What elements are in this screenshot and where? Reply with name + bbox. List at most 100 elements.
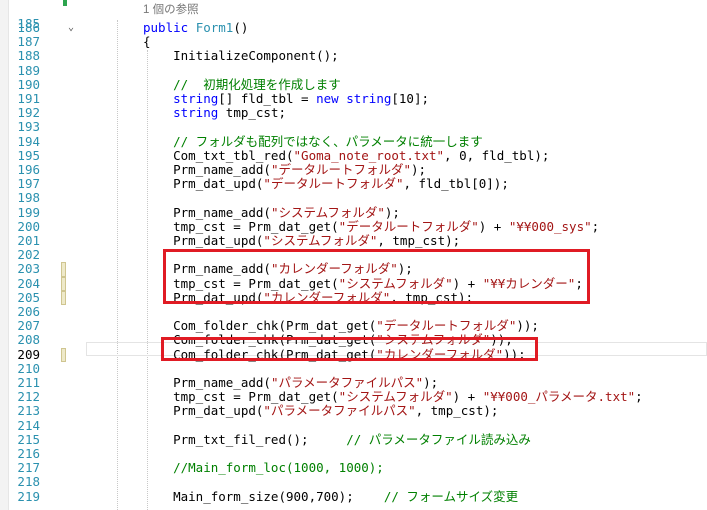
line-number: 200 — [17, 218, 40, 234]
line-number: 219 — [17, 488, 40, 504]
code-token: Prm_txt_fil_red(); — [143, 431, 347, 447]
codelens-reference-count[interactable]: 1 個の参照 — [143, 3, 199, 17]
line-number: 208 — [17, 332, 40, 348]
line-number: 204 — [17, 275, 40, 291]
code-token: "システムフォルダ" — [263, 233, 378, 248]
code-token: Prm_name_add( — [143, 204, 271, 220]
line-number: 198 — [17, 190, 40, 206]
code-text: // 初期化処理を作成します — [143, 77, 341, 92]
code-token: ; — [591, 218, 600, 234]
code-line[interactable]: 212 tmp_cst = Prm_dat_get("システムフォルダ") + … — [0, 389, 707, 405]
line-number: 213 — [17, 403, 40, 419]
line-number: 207 — [17, 318, 40, 334]
code-line[interactable]: 213 Prm_dat_upd("パラメータファイルパス", tmp_cst); — [0, 404, 707, 418]
line-number: 186 — [17, 20, 40, 35]
code-line[interactable]: 215 Prm_txt_fil_red(); // パラメータファイル読み込み — [0, 431, 707, 447]
code-token: //Main_form_loc(1000, 1000); — [143, 460, 384, 476]
code-line[interactable]: 198 — [0, 191, 707, 205]
code-line[interactable]: 190 // 初期化処理を作成します — [0, 77, 707, 92]
code-token: Prm_name_add( — [143, 375, 271, 390]
line-number: 202 — [17, 247, 40, 263]
code-line[interactable]: 207 Com_folder_chk(Prm_dat_get("データルートフォ… — [0, 318, 707, 334]
code-text: { — [143, 35, 151, 49]
code-token: Com_txt_tbl_red( — [143, 147, 294, 163]
code-line[interactable]: 200 tmp_cst = Prm_dat_get("データルートフォルダ") … — [0, 218, 707, 234]
code-line[interactable]: 218 — [0, 475, 707, 489]
code-line[interactable]: 214 — [0, 418, 707, 433]
code-line[interactable]: 206 — [0, 304, 707, 319]
code-line[interactable]: 195 Com_txt_tbl_red("Goma_note_root.txt"… — [0, 147, 707, 163]
code-text: Prm_txt_fil_red(); // パラメータファイル読み込み — [143, 431, 531, 447]
code-token: , tmp_cst); — [415, 403, 499, 419]
line-number: 210 — [17, 360, 40, 376]
unsaved-change-marker — [61, 276, 66, 291]
code-line[interactable]: 193 — [0, 120, 707, 134]
code-line[interactable]: 197 Prm_dat_upd("データルートフォルダ", fld_tbl[0]… — [0, 176, 707, 191]
code-token: [10]; — [391, 91, 430, 106]
code-text: InitializeComponent(); — [143, 49, 339, 63]
code-text: // フォルダも配列ではなく、パラメータに統一します — [143, 133, 483, 149]
code-line[interactable]: 192 string tmp_cst; — [0, 105, 707, 121]
code-token: tmp_cst = Prm_dat_get( — [143, 389, 339, 405]
code-token: Main_form_size(900,700); — [143, 488, 384, 504]
code-editor[interactable]: 185 1 個の参照 186 ⌄ public Form1() 187 {188 Ini… — [0, 0, 707, 510]
code-line[interactable]: 199 Prm_name_add("システムフォルダ"); — [0, 204, 707, 220]
code-text: Prm_name_add("データルートフォルダ"); — [143, 162, 427, 177]
code-token: tmp_cst; — [218, 105, 286, 121]
code-text: public Form1() — [143, 20, 249, 35]
code-line[interactable]: 210 — [0, 360, 707, 376]
code-line[interactable]: 211 Prm_name_add("パラメータファイルパス"); — [0, 375, 707, 390]
unsaved-change-marker — [61, 262, 66, 277]
code-token: "¥¥000_パラメータ.txt" — [482, 389, 636, 405]
code-line[interactable]: 191 string[] fld_tbl = new string[10]; — [0, 91, 707, 106]
code-token: ); — [411, 162, 427, 177]
code-token: Prm_dat_upd( — [143, 233, 264, 248]
code-line[interactable]: 196 Prm_name_add("データルートフォルダ"); — [0, 162, 707, 177]
code-text: Prm_name_add("パラメータファイルパス"); — [143, 375, 439, 390]
code-line[interactable]: 217 //Main_form_loc(1000, 1000); — [0, 460, 707, 476]
code-token: ) + — [452, 389, 483, 405]
code-token: // フォルダも配列ではなく、パラメータに統一します — [143, 133, 483, 149]
code-line[interactable]: 216 — [0, 446, 707, 461]
line-number: 192 — [17, 105, 40, 121]
code-line[interactable]: 194 // フォルダも配列ではなく、パラメータに統一します — [0, 133, 707, 149]
code-line[interactable]: 188 InitializeComponent(); — [0, 49, 707, 63]
fold-chevron-icon[interactable]: ⌄ — [68, 21, 74, 35]
code-token: Prm_name_add( — [143, 162, 271, 177]
code-line[interactable]: 187 { — [0, 34, 707, 50]
code-token: )); — [516, 318, 539, 334]
code-line[interactable]: 186 ⌄ public Form1() — [0, 20, 707, 35]
unsaved-change-marker — [61, 347, 66, 362]
code-token: tmp_cst = Prm_dat_get( — [143, 218, 339, 234]
line-number: 199 — [17, 204, 40, 220]
code-token: () — [233, 20, 249, 35]
line-number: 201 — [17, 233, 40, 248]
code-token: ); — [423, 375, 439, 390]
code-token: ); — [384, 204, 400, 220]
code-token: string — [346, 91, 392, 106]
line-number: 187 — [17, 34, 40, 50]
code-token: "データルートフォルダ" — [376, 318, 517, 334]
code-token: "Goma_note_root.txt" — [293, 147, 445, 163]
code-token: "システムフォルダ" — [338, 389, 453, 405]
line-number: 193 — [17, 119, 40, 135]
code-line[interactable]: 219 Main_form_size(900,700); // フォームサイズ変… — [0, 488, 707, 504]
code-token: , tmp_cst); — [377, 233, 461, 248]
code-text: Prm_dat_upd("データルートフォルダ", fld_tbl[0]); — [143, 177, 509, 191]
code-token: "パラメータファイルパス" — [270, 375, 424, 390]
line-number: 191 — [17, 91, 40, 106]
code-token: Prm_dat_upd( — [143, 403, 264, 419]
line-number: 218 — [17, 474, 40, 490]
code-token: InitializeComponent(); — [143, 48, 339, 64]
code-text: string[] fld_tbl = new string[10]; — [143, 91, 430, 106]
code-line[interactable]: 201 Prm_dat_upd("システムフォルダ", tmp_cst); — [0, 233, 707, 248]
line-number: 212 — [17, 389, 40, 405]
codelens-line: 185 1 個の参照 — [0, 3, 707, 31]
code-line[interactable]: 189 — [0, 63, 707, 78]
line-number: 211 — [17, 375, 40, 390]
line-number: 203 — [17, 261, 40, 277]
code-token: string — [173, 105, 219, 121]
code-token: "データルートフォルダ" — [263, 176, 404, 192]
